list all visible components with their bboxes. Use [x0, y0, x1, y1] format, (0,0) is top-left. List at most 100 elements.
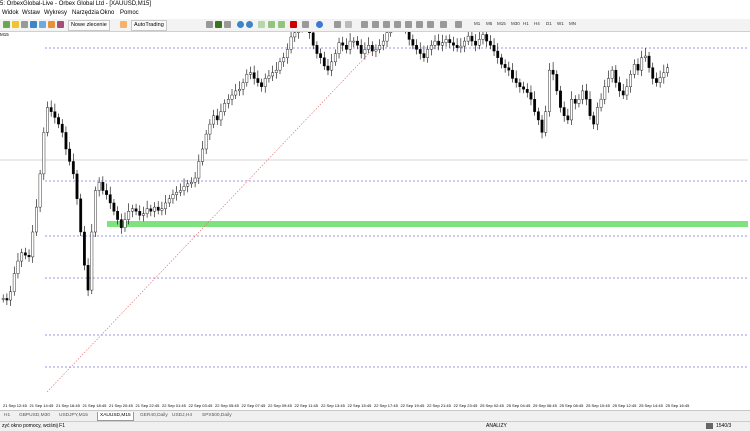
menu-item-wstaw[interactable]: Wstaw	[22, 10, 40, 16]
candle-body	[94, 190, 97, 233]
candle-body	[629, 74, 633, 87]
channel-icon[interactable]	[394, 21, 401, 28]
menu-item-wykresy[interactable]: Wykresy	[44, 10, 67, 16]
tab-xauusd-m15[interactable]: XAUUSD,M15	[97, 412, 134, 421]
bar-chart-icon[interactable]	[206, 21, 213, 28]
periods-icon[interactable]	[302, 21, 309, 28]
candle-body	[381, 40, 385, 46]
timeframe-m5[interactable]: M5	[486, 21, 492, 26]
candle-body	[130, 208, 134, 212]
tab-gbpusd-m30[interactable]: GBPUSD,M30	[17, 412, 52, 420]
menu-item-pomoc[interactable]: Pomoc	[120, 10, 139, 16]
vertical-line-icon[interactable]	[361, 21, 368, 28]
profiles-icon[interactable]	[21, 21, 28, 28]
candle-body	[588, 98, 592, 116]
cursor-icon[interactable]	[334, 21, 341, 28]
menu-item-okno[interactable]: Okno	[100, 10, 114, 16]
candle-body	[573, 98, 577, 104]
candle-body	[455, 45, 459, 48]
open-folder-icon[interactable]	[12, 21, 19, 28]
candle-body	[341, 42, 345, 46]
candle-body	[592, 115, 596, 125]
candle-body	[503, 64, 507, 68]
price-chart[interactable]	[0, 9, 750, 405]
candle-body	[197, 161, 201, 179]
candle-body	[160, 208, 164, 211]
candle-body	[662, 72, 666, 78]
autoscroll-icon[interactable]	[268, 21, 275, 28]
chart-shift-icon[interactable]	[278, 21, 285, 28]
candle-body	[241, 82, 245, 90]
text-label-icon[interactable]	[427, 21, 434, 28]
candle-body	[226, 98, 230, 104]
tab-spx500-daily[interactable]: SPX500,Daily	[200, 412, 234, 420]
fibonacci-icon[interactable]	[405, 21, 412, 28]
text-tool-icon[interactable]	[416, 21, 423, 28]
time-axis-label: 22 Sep 11:45	[294, 403, 319, 408]
candlestick-chart[interactable]	[0, 9, 750, 405]
timeframe-w1[interactable]: W1	[557, 21, 564, 26]
tab-h1[interactable]: H1	[2, 412, 12, 420]
candle-body	[640, 57, 644, 71]
time-axis-label: 21 Sep 22:45	[135, 403, 160, 408]
candle-body	[474, 40, 477, 46]
candle-body	[595, 107, 599, 125]
navigator-icon[interactable]	[39, 21, 46, 28]
time-axis-label: 25 Sep 14:45	[639, 403, 663, 408]
tile-windows-icon[interactable]	[258, 21, 265, 28]
candle-body	[193, 177, 197, 183]
menu-item-widok[interactable]: Widok	[2, 10, 19, 16]
new-order-button[interactable]: Nowe zlecenie	[68, 20, 110, 31]
timeframe-m1[interactable]: M1	[474, 21, 480, 26]
templates-icon[interactable]	[316, 21, 323, 28]
strategy-tester-icon[interactable]	[57, 21, 64, 28]
line-chart-icon[interactable]	[224, 21, 231, 28]
timeframe-m15[interactable]: M15	[497, 21, 506, 26]
timeframe-d1[interactable]: D1	[546, 21, 552, 26]
candle-body	[79, 198, 83, 233]
candle-body	[138, 211, 142, 216]
candle-body	[544, 111, 548, 133]
candle-body	[123, 219, 127, 229]
new-chart-icon[interactable]	[3, 21, 10, 28]
time-axis-label: 25 Sep 02:45	[480, 403, 504, 408]
timeframe-h1[interactable]: H1	[523, 21, 529, 26]
candle-body	[448, 39, 452, 43]
terminal-icon[interactable]	[48, 21, 55, 28]
trendline-icon[interactable]	[383, 21, 390, 28]
shapes-icon[interactable]	[455, 21, 462, 28]
zoom-in-icon[interactable]	[237, 21, 244, 28]
candle-body	[20, 252, 24, 262]
timeframe-m30[interactable]: M30	[511, 21, 520, 26]
tab-usdj-h4[interactable]: USDJ,H4	[170, 412, 194, 420]
candle-body	[256, 78, 260, 83]
candle-body	[289, 36, 293, 50]
arrows-icon[interactable]	[440, 21, 447, 28]
market-watch-icon[interactable]	[30, 21, 37, 28]
candlestick-icon[interactable]	[215, 21, 222, 28]
status-help-text: zyć okno pomocy, wciśnij F1	[2, 423, 65, 429]
candle-body	[636, 64, 640, 71]
metaeditor-icon[interactable]	[120, 21, 127, 28]
tab-ger40-daily[interactable]: GER40,Daily	[138, 412, 170, 420]
menu-item-narzedzia[interactable]: Narzędzia	[72, 10, 99, 16]
candle-body	[35, 206, 38, 233]
candle-body	[548, 69, 551, 112]
tab-usdjpy-m15[interactable]: USDJPY,M15	[57, 412, 90, 420]
candle-body	[500, 57, 503, 65]
candle-body	[201, 148, 204, 162]
timeframe-mn[interactable]: MN	[569, 21, 576, 26]
crosshair-icon[interactable]	[345, 21, 352, 28]
candle-body	[529, 92, 533, 100]
autotrading-button[interactable]: AutoTrading	[131, 20, 167, 31]
horizontal-line-icon[interactable]	[372, 21, 379, 28]
indicators-icon[interactable]	[290, 21, 297, 28]
support-zone-rectangle[interactable]	[107, 221, 748, 227]
candle-body	[440, 42, 444, 46]
zoom-out-icon[interactable]	[246, 21, 253, 28]
candle-body	[71, 161, 75, 175]
candle-body	[190, 181, 193, 185]
time-axis-label: 25 Sep 16:45	[665, 403, 690, 408]
candle-body	[178, 190, 182, 193]
timeframe-h4[interactable]: H4	[534, 21, 540, 26]
